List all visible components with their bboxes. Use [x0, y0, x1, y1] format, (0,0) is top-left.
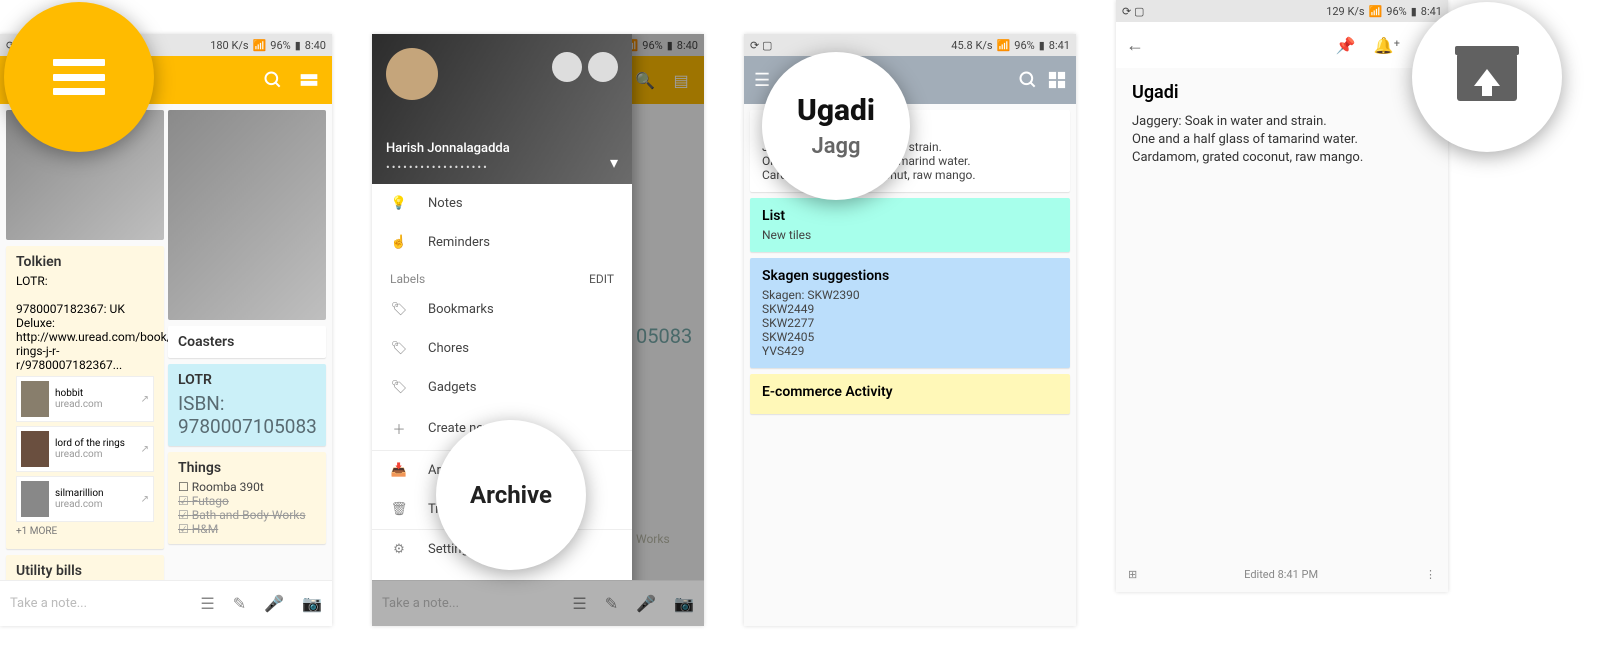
edited-label: Edited 8:41 PM	[1244, 568, 1318, 581]
grid-toggle-icon[interactable]	[1048, 71, 1066, 89]
note-skagen[interactable]: Skagen suggestions Skagen: SKW2390 SKW24…	[750, 258, 1070, 368]
add-icon[interactable]: ⊞	[1128, 568, 1137, 581]
label-item[interactable]: 🏷Gadgets	[372, 368, 632, 407]
avatar-alt[interactable]	[588, 52, 618, 82]
view-toggle-icon[interactable]	[298, 69, 320, 91]
bulb-icon: 💡	[390, 196, 408, 211]
plus-more[interactable]: +1 MORE	[16, 522, 154, 541]
hamburger-icon	[53, 59, 105, 95]
nav-notes[interactable]: 💡Notes	[372, 184, 632, 223]
label-item[interactable]: 🏷Bookmarks	[372, 290, 632, 329]
note-body: LOTR: 9780007182367: UK Deluxe: http://w…	[16, 274, 154, 372]
avatar-alt[interactable]	[552, 52, 582, 82]
status-bar: ⟳ ▢ 45.8 K/s 📶 96% ▮ 8:41	[744, 34, 1076, 56]
pin-icon[interactable]: 📌	[1336, 36, 1356, 55]
label-icon: 🏷	[390, 341, 408, 356]
note-tolkien[interactable]: Tolkien LOTR: 9780007182367: UK Deluxe: …	[6, 246, 164, 549]
note-line[interactable]: Cardamom, grated coconut, raw mango.	[1132, 149, 1432, 167]
drawer-header[interactable]: Harish Jonnalagadda •••••••••••••••••• ▾	[372, 34, 632, 184]
trash-icon: 🗑	[390, 502, 408, 517]
battery-pct: 96%	[270, 39, 290, 52]
screen-note-detail: ⟳ ▢ 129 K/s 📶 96% ▮ 8:41 ← 📌 🔔⁺ 📤 Ugadi …	[1116, 0, 1448, 592]
zoom-archive-label: Archive	[436, 420, 586, 570]
back-icon[interactable]: ←	[1126, 35, 1144, 56]
search-icon[interactable]	[262, 69, 284, 91]
status-right: 180 K/s 📶 96% ▮ 8:40	[210, 39, 326, 52]
note-line[interactable]: Jaggery: Soak in water and strain.	[1132, 113, 1432, 131]
overflow-icon[interactable]: ⋮	[1425, 568, 1436, 581]
note-body-area[interactable]: Ugadi Jaggery: Soak in water and strain.…	[1116, 68, 1448, 182]
zoom-hamburger	[4, 2, 154, 152]
note-title: Utility bills	[16, 563, 154, 579]
create-note-bar-dimmed: Take a note...☰✎🎤📷	[372, 580, 704, 626]
search-icon[interactable]	[1018, 70, 1038, 90]
note-body: ISBN: 9780007105083	[178, 392, 316, 438]
list-icon[interactable]: ☰	[200, 594, 214, 613]
take-note-hint[interactable]: Take a note...	[10, 596, 182, 611]
zoom-ugadi-label: Ugadi Jagg	[762, 52, 910, 200]
plus-icon: ＋	[390, 419, 408, 438]
note-title: Tolkien	[16, 254, 154, 270]
gear-icon: ⚙	[390, 542, 408, 557]
label-icon: 🏷	[390, 302, 408, 317]
account-email: ••••••••••••••••••	[386, 161, 489, 174]
note-list[interactable]: List New tiles	[750, 198, 1070, 252]
mic-icon[interactable]: 🎤	[264, 594, 284, 613]
note-line[interactable]: One and a half glass of tamarind water.	[1132, 131, 1432, 149]
link-card[interactable]: lord of the ringsuread.com↗	[16, 426, 154, 472]
link-card[interactable]: silmarillionuread.com↗	[16, 476, 154, 522]
draw-icon[interactable]: ✎	[233, 594, 246, 613]
net-speed: 180 K/s	[210, 39, 248, 52]
note-title[interactable]: Ugadi	[1132, 82, 1432, 103]
label-item[interactable]: 🏷Chores	[372, 329, 632, 368]
chevron-down-icon[interactable]: ▾	[610, 153, 618, 172]
note-title: Coasters	[178, 334, 316, 350]
note-title: Things	[178, 460, 316, 476]
note-coasters-caption[interactable]: Coasters	[168, 326, 326, 358]
notes-grid[interactable]: Tolkien LOTR: 9780007182367: UK Deluxe: …	[0, 104, 332, 580]
avatar[interactable]	[386, 48, 438, 100]
camera-icon[interactable]: 📷	[302, 594, 322, 613]
label-icon: 🏷	[390, 380, 408, 395]
archive-icon: 📥	[390, 463, 408, 478]
finger-icon: ☝	[390, 235, 408, 250]
note-ecommerce[interactable]: E-commerce Activity	[750, 374, 1070, 414]
status-bar: ⟳ ▢ 129 K/s 📶 96% ▮ 8:41	[1116, 0, 1448, 22]
note-lotr[interactable]: LOTR ISBN: 9780007105083	[168, 364, 326, 446]
link-card[interactable]: hobbituread.com↗	[16, 376, 154, 422]
detail-toolbar: ← 📌 🔔⁺ 📤	[1116, 22, 1448, 68]
labels-header: LabelsEDIT	[372, 262, 632, 290]
edit-labels[interactable]: EDIT	[589, 272, 614, 286]
nav-reminders[interactable]: ☝Reminders	[372, 223, 632, 262]
note-utility[interactable]: Utility bills	[6, 555, 164, 580]
note-things[interactable]: Things ☐ Roomba 390t ☑ Futago ☑ Bath and…	[168, 452, 326, 544]
detail-footer: ⊞ Edited 8:41 PM ⋮	[1116, 556, 1448, 592]
create-note-bar[interactable]: Take a note... ☰ ✎ 🎤 📷	[0, 580, 332, 626]
note-image-coasters[interactable]	[168, 110, 326, 320]
hamburger-icon[interactable]: ☰	[754, 70, 770, 91]
unarchive-icon	[1457, 53, 1517, 101]
reminder-icon[interactable]: 🔔⁺	[1374, 36, 1400, 55]
note-title: LOTR	[178, 372, 316, 388]
zoom-unarchive-icon	[1412, 2, 1562, 152]
account-name: Harish Jonnalagadda	[386, 141, 510, 156]
clock: 8:40	[305, 39, 326, 52]
